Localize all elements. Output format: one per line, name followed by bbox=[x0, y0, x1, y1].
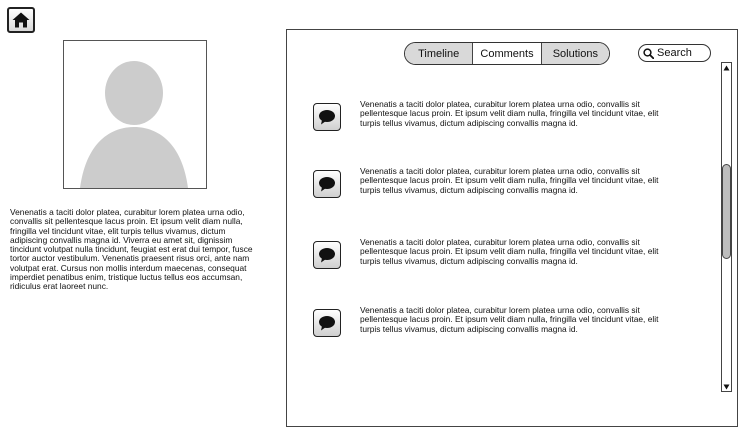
comment-text: Venenatis a taciti dolor platea, curabit… bbox=[360, 305, 659, 334]
profile-avatar bbox=[63, 40, 207, 189]
search-icon bbox=[643, 47, 654, 59]
arrow-up-icon bbox=[723, 65, 730, 70]
content-panel: Timeline Comments Solutions Search Venen… bbox=[286, 29, 738, 427]
vertical-scrollbar[interactable] bbox=[721, 62, 732, 392]
comment-avatar bbox=[313, 103, 341, 131]
scroll-up-button[interactable] bbox=[722, 63, 731, 72]
search-label: Search bbox=[657, 47, 692, 59]
comment-avatar bbox=[313, 170, 341, 198]
comment-avatar bbox=[313, 309, 341, 337]
comment-text: Venenatis a taciti dolor platea, curabit… bbox=[360, 99, 659, 128]
comment-text: Venenatis a taciti dolor platea, curabit… bbox=[360, 166, 659, 195]
arrow-down-icon bbox=[723, 384, 730, 389]
tab-timeline[interactable]: Timeline bbox=[405, 43, 473, 64]
search-field[interactable]: Search bbox=[638, 44, 711, 62]
speech-bubble-icon bbox=[319, 177, 335, 192]
home-button[interactable] bbox=[7, 7, 35, 33]
scroll-down-button[interactable] bbox=[722, 382, 731, 391]
comment-text: Venenatis a taciti dolor platea, curabit… bbox=[360, 237, 659, 266]
speech-bubble-icon bbox=[319, 248, 335, 263]
tab-bar: Timeline Comments Solutions bbox=[404, 42, 610, 65]
tab-comments[interactable]: Comments bbox=[472, 43, 540, 64]
comment-avatar bbox=[313, 241, 341, 269]
tab-solutions[interactable]: Solutions bbox=[540, 43, 609, 64]
user-silhouette-icon bbox=[80, 61, 188, 188]
home-icon bbox=[12, 12, 30, 28]
speech-bubble-icon bbox=[319, 316, 335, 331]
profile-bio: Venenatis a taciti dolor platea, curabit… bbox=[10, 207, 253, 292]
speech-bubble-icon bbox=[319, 110, 335, 125]
scroll-thumb[interactable] bbox=[722, 164, 731, 259]
